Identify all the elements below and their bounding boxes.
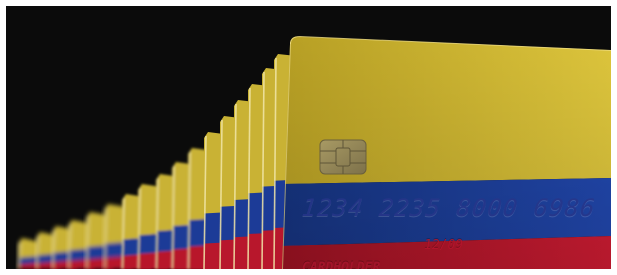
photo-frame: 1234 2235 8000 6986 12/09 CARDHOLDER [6, 6, 611, 269]
card-number: 1234 2235 8000 6986 [300, 194, 598, 222]
cardholder-label: CARDHOLDER [302, 260, 381, 269]
card-row-illustration [17, 36, 611, 269]
card-expiry: 12/09 [424, 238, 464, 253]
background-cards [17, 54, 316, 269]
chip-icon [319, 139, 367, 175]
